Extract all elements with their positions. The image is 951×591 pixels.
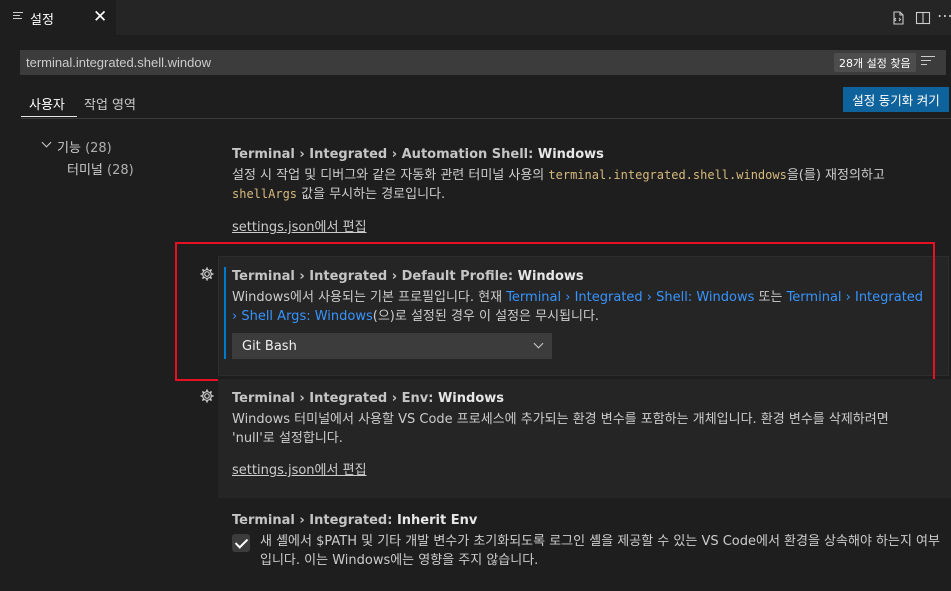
- settings-search-input[interactable]: terminal.integrated.shell.window 28개 설정 …: [20, 50, 946, 75]
- inherit-env-checkbox[interactable]: [232, 534, 250, 552]
- active-tab-indicator: [21, 116, 77, 117]
- toc-count: (28): [107, 163, 134, 178]
- gear-icon[interactable]: [199, 266, 215, 282]
- desc-text: 또는: [754, 290, 787, 305]
- setting-name: Windows: [517, 269, 584, 284]
- search-result-count: 28개 설정 찾음: [834, 53, 916, 72]
- turn-on-settings-sync-button[interactable]: 설정 동기화 켜기: [843, 87, 949, 112]
- gear-icon[interactable]: [199, 388, 215, 404]
- setting-description: 새 셸에서 $PATH 및 기타 개발 변수가 초기화되도록 로그인 셸을 제공…: [260, 534, 940, 568]
- split-editor-icon[interactable]: [915, 10, 931, 26]
- desc-text: 을(를) 재정의하고: [786, 168, 885, 183]
- setting-title: Terminal › Integrated: Inherit Env: [232, 513, 477, 528]
- tab-workspace[interactable]: 작업 영역: [84, 94, 136, 113]
- focus-indicator: [224, 267, 226, 359]
- setting-name: Inherit Env: [396, 513, 478, 528]
- toc-item-features[interactable]: 기능 (28): [57, 137, 112, 156]
- desc-text: 설정 시 작업 및 디버그와 같은 자동화 관련 터미널 사용의: [232, 168, 549, 183]
- toc-count: (28): [85, 141, 112, 156]
- tab-bar: 설정 ✕ ⋯: [0, 0, 951, 35]
- edit-in-settings-json-link[interactable]: settings.json에서 편집: [232, 459, 367, 478]
- settings-list-icon: [13, 12, 23, 22]
- tab-user[interactable]: 사용자: [29, 94, 65, 113]
- setting-category: Terminal › Integrated › Automation Shell…: [232, 147, 538, 162]
- desc-code: terminal.integrated.shell.windows: [548, 168, 787, 182]
- desc-text: 값을 무시하는 경로입니다.: [297, 187, 446, 202]
- divider: [21, 118, 951, 119]
- setting-description: Windows에서 사용되는 기본 프로필입니다. 현재 Terminal › …: [232, 288, 932, 326]
- open-settings-json-icon[interactable]: [890, 10, 906, 26]
- setting-category: Terminal › Integrated › Default Profile:: [232, 269, 518, 284]
- toc-item-terminal[interactable]: 터미널 (28): [67, 159, 134, 178]
- setting-description: 설정 시 작업 및 디버그와 같은 자동화 관련 터미널 사용의 termina…: [232, 166, 932, 204]
- desc-text: (으)로 설정된 경우 이 설정은 무시됩니다.: [372, 309, 600, 324]
- search-value: terminal.integrated.shell.window: [26, 55, 211, 70]
- edit-in-settings-json-link[interactable]: settings.json에서 편집: [232, 216, 367, 235]
- default-profile-select[interactable]: Git Bash: [232, 333, 552, 359]
- chevron-down-icon[interactable]: [42, 139, 50, 147]
- setting-name: Windows: [437, 391, 505, 406]
- filter-icon[interactable]: [921, 56, 935, 68]
- setting-category: Terminal › Integrated:: [232, 513, 397, 528]
- tab-settings[interactable]: 설정 ✕: [0, 0, 116, 35]
- setting-name: Windows: [537, 147, 604, 162]
- setting-link[interactable]: Terminal › Integrated › Shell: Windows: [506, 290, 754, 305]
- setting-category: Terminal › Integrated › Env:: [232, 391, 438, 406]
- chevron-down-icon: [534, 340, 542, 348]
- desc-text: Windows에서 사용되는 기본 프로필입니다. 현재: [232, 290, 507, 305]
- setting-title: Terminal › Integrated › Env: Windows: [232, 391, 504, 406]
- setting-description: Windows 터미널에서 사용할 VS Code 프로세스에 추가되는 환경 …: [232, 412, 889, 446]
- toc-label: 터미널: [67, 163, 103, 178]
- desc-code: shellArgs: [232, 187, 298, 201]
- close-icon[interactable]: ✕: [93, 7, 107, 27]
- setting-title: Terminal › Integrated › Default Profile:…: [232, 269, 584, 284]
- more-actions-icon[interactable]: ⋯: [937, 6, 951, 25]
- tab-label: 설정: [30, 13, 54, 28]
- setting-title: Terminal › Integrated › Automation Shell…: [232, 147, 604, 162]
- select-value: Git Bash: [242, 339, 297, 354]
- toc-label: 기능: [57, 141, 81, 156]
